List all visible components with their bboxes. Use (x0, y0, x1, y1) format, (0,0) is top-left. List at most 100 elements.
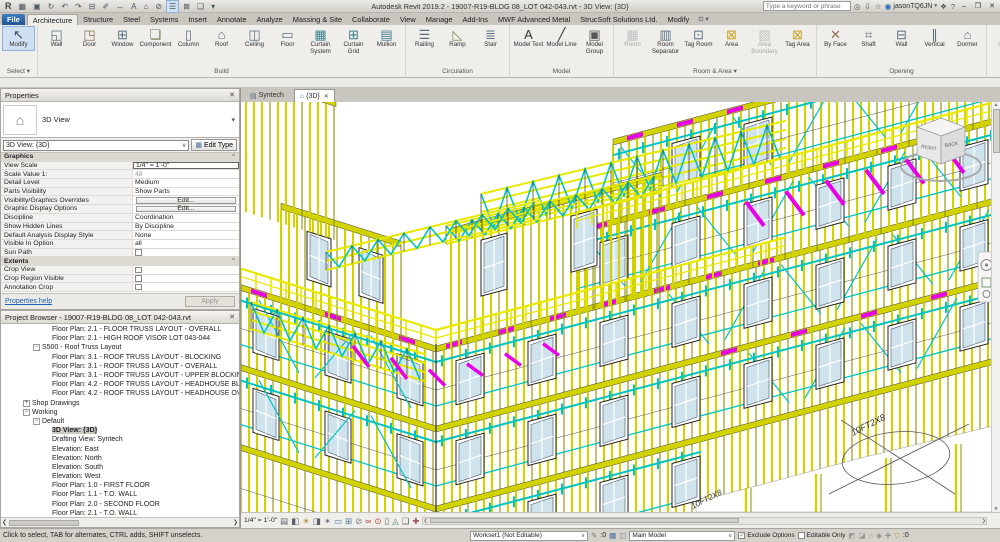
revit-app-icon[interactable]: R (2, 1, 15, 11)
ribbon-button[interactable]: ▦ Room (616, 26, 649, 51)
canvas-vscrollbar[interactable]: ▲ ▼ (991, 102, 1000, 512)
active-workset-select[interactable]: Workset1 (Not Editable) ∨ (470, 530, 588, 541)
redo-icon[interactable]: ↷ (72, 0, 85, 13)
property-checkbox[interactable] (133, 275, 239, 283)
select-links-icon[interactable]: ◩ (848, 531, 855, 540)
worksets-icon[interactable]: ▦ (609, 531, 616, 540)
edit-button[interactable]: Edit... (136, 205, 236, 212)
browser-tree-item[interactable]: Floor Plan: 2.1 - FLOOR TRUSS LAYOUT - O… (1, 325, 239, 334)
ribbon-tab[interactable]: MWF Advanced Metal (493, 14, 575, 25)
editable-only-checkbox[interactable]: Editable Only (797, 532, 845, 539)
tree-expander-icon[interactable] (43, 326, 50, 333)
undo-icon[interactable]: ↶ (58, 0, 71, 13)
tree-expander-icon[interactable] (43, 501, 50, 508)
view-tab[interactable]: ▤ Syntech (245, 89, 293, 102)
tree-expander-icon[interactable] (43, 363, 50, 370)
ribbon-tab[interactable]: Structure (78, 14, 118, 25)
crop-view-icon[interactable]: ▭ (334, 516, 342, 526)
scroll-up-icon[interactable]: ▲ (994, 102, 999, 108)
property-row[interactable]: View Scale 1/4" = 1'-0" 1/4" = 1'-0" (1, 161, 239, 171)
close-icon[interactable]: ✕ (229, 91, 235, 99)
property-row[interactable]: Show Hidden Lines By Discipline By Disci… (1, 222, 239, 232)
default-3d-view-icon[interactable]: ⌂ (140, 0, 151, 13)
browser-tree-item[interactable]: Floor Plan: 4.2 - ROOF TRUSS LAYOUT - HE… (1, 380, 239, 389)
ribbon-options-icon[interactable]: ⊡ ▾ (698, 15, 709, 23)
ribbon-tab[interactable]: Architecture (26, 14, 79, 25)
ribbon-button[interactable]: ⌂ Roof (205, 26, 238, 51)
temporary-hide-isolate-icon[interactable]: ∞ (365, 516, 371, 526)
print-icon[interactable]: ⊟ (86, 0, 99, 13)
property-row[interactable]: Scale Value 1: 48 48 (1, 170, 239, 180)
property-value[interactable]: By Discipline (133, 223, 239, 231)
edit-type-button[interactable]: ▦ Edit Type (191, 139, 237, 151)
temporary-view-properties-icon[interactable]: ▯ (384, 516, 389, 526)
tree-expander-icon[interactable] (43, 455, 50, 462)
edit-button[interactable]: Edit... (136, 197, 236, 204)
tree-expander-icon[interactable]: − (23, 408, 30, 416)
ribbon-button[interactable]: ✕ By Face (819, 26, 852, 51)
help-icon[interactable]: ? (950, 2, 956, 11)
browser-tree-item[interactable]: Floor Plan: 2.0 - SECOND FLOOR (1, 500, 239, 509)
customize-qat-icon[interactable]: ▾ (208, 0, 218, 13)
ribbon-button[interactable]: ▤ Mullion (370, 26, 403, 51)
sync-with-central-icon[interactable]: ↻ (45, 0, 58, 13)
type-selector-arrow-icon[interactable]: ▾ (231, 116, 239, 124)
minimize-button[interactable]: – (958, 3, 970, 10)
restore-button[interactable]: ❐ (972, 2, 984, 10)
search-icon[interactable]: ◎ (853, 2, 862, 11)
property-value[interactable]: Show Parts (133, 188, 239, 196)
tree-expander-icon[interactable] (43, 427, 50, 434)
canvas-hscrollbar[interactable]: ❮ ❯ (422, 516, 987, 525)
browser-tree-item[interactable]: Floor Plan: 4.2 - ROOF TRUSS LAYOUT - HE… (1, 389, 239, 398)
select-pinned-icon[interactable]: ⌂ (869, 531, 874, 540)
ribbon-button[interactable]: ❏ Component (139, 26, 172, 51)
close-button[interactable]: ✕ (986, 2, 998, 10)
section-collapse-icon[interactable]: ^ (232, 258, 239, 264)
properties-help-link[interactable]: Properties help (5, 298, 52, 305)
browser-tree-item[interactable]: Floor Plan: 1.0 - FIRST FLOOR (1, 481, 239, 490)
section-collapse-icon[interactable]: ^ (232, 154, 239, 160)
browser-tree-item[interactable]: Floor Plan: 3.1 - ROOF TRUSS LAYOUT - BL… (1, 353, 239, 362)
drawing-area[interactable]: ▤ Syntech ⌂ {3D} ✕ 10FT2X8 10FT2X8 RIGHT BA… (240, 88, 1000, 528)
ribbon-button[interactable]: ⊠ Area (715, 26, 748, 51)
select-underlay-icon[interactable]: ◪ (858, 531, 865, 540)
browser-tree-item[interactable]: Drafting View: Syntech (1, 435, 239, 444)
lock-view-icon[interactable]: ⊘ (355, 516, 362, 526)
browser-hscrollbar[interactable]: ❮ ❯ (1, 517, 239, 527)
tree-expander-icon[interactable] (43, 381, 50, 388)
property-row[interactable]: Discipline Coordination Coordination (1, 213, 239, 223)
subscription-icon[interactable]: ⇩ (863, 2, 871, 11)
ribbon-tab[interactable]: Manage (421, 14, 458, 25)
tree-expander-icon[interactable]: − (33, 344, 40, 352)
instance-selector[interactable]: 3D View: {3D} ∨ (3, 139, 190, 151)
ribbon-tab[interactable]: Collaborate (347, 14, 395, 25)
scroll-thumb[interactable] (992, 109, 1000, 153)
design-options-icon[interactable]: ◫ (619, 531, 626, 540)
ribbon-button[interactable]: ◺ Ramp (441, 26, 474, 51)
tree-expander-icon[interactable] (43, 473, 50, 480)
ribbon-button[interactable]: ⊞ Window (106, 26, 139, 51)
property-row[interactable]: Annotation Crop (1, 283, 239, 292)
view-scale-button[interactable]: 1/4" = 1'-0" (244, 517, 277, 524)
browser-tree-item[interactable]: 3D View: {3D} (1, 426, 239, 435)
ribbon-tab[interactable]: Massing & Site (288, 14, 347, 25)
ribbon-button[interactable]: ▣ Model Group (578, 26, 611, 58)
favorites-icon[interactable]: ☆ (874, 2, 883, 11)
scroll-thumb[interactable] (429, 518, 740, 523)
ribbon-button[interactable]: ≣ Stair (474, 26, 507, 51)
browser-tree-item[interactable]: Elevation: East (1, 444, 239, 453)
ribbon-button[interactable]: ◳ Door (73, 26, 106, 51)
tree-expander-icon[interactable] (43, 464, 50, 471)
user-account[interactable]: ◉ jasonTQ6JN ▾ (884, 2, 937, 11)
scroll-down-icon[interactable]: ▼ (994, 506, 999, 512)
ribbon-tab[interactable]: Annotate (212, 14, 252, 25)
ribbon-button[interactable]: ╱ Model Line (545, 26, 578, 51)
ribbon-button[interactable]: ◱ Wall (40, 26, 73, 51)
ribbon-button[interactable]: ⊠ Tag Area (781, 26, 814, 51)
property-row[interactable]: Visible In Option all all (1, 239, 239, 249)
section-icon[interactable]: ⊘ (152, 0, 165, 13)
aligned-dimension-icon[interactable]: ↔ (113, 0, 127, 13)
property-row[interactable]: Sun Path (1, 248, 239, 258)
browser-tree-item[interactable]: Floor Plan: 2.1 - HIGH ROOF VISOR LOT 04… (1, 334, 239, 343)
property-checkbox[interactable] (133, 283, 239, 291)
